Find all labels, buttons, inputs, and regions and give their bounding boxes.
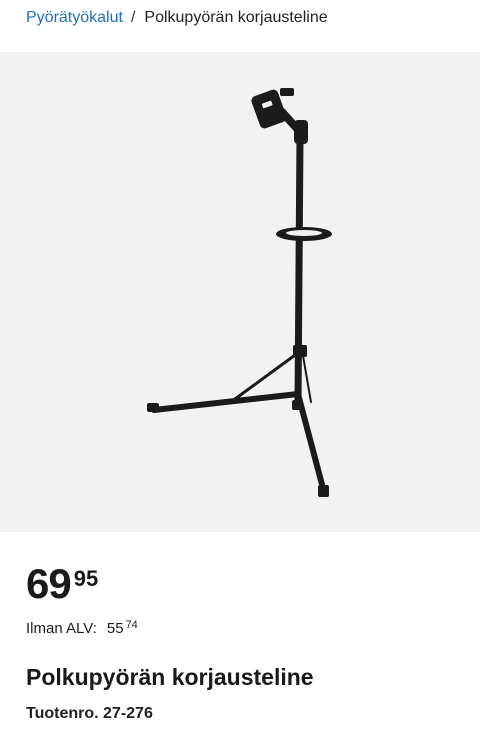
vat-price-decimal: 74 (125, 619, 138, 631)
price-decimal: 95 (73, 566, 99, 591)
price-integer: 69 (26, 560, 72, 607)
bike-repair-stand-image (147, 88, 332, 497)
breadcrumb-separator: / (130, 9, 136, 26)
product-number: Tuotenro. 27-276 (26, 705, 153, 722)
breadcrumb: Pyörätyökalut / Polkupyörän korjaustelin… (26, 6, 328, 30)
vat-price-integer: 55 (106, 620, 124, 637)
product-price: 69 95 (26, 562, 98, 606)
breadcrumb-link-bike-tools[interactable]: Pyörätyökalut (26, 9, 123, 27)
vat-label: Ilman ALV: (26, 620, 97, 637)
product-title: Polkupyörän korjausteline (26, 664, 314, 690)
breadcrumb-current: Polkupyörän korjausteline (144, 9, 328, 26)
product-image[interactable] (0, 52, 480, 532)
price-without-vat: Ilman ALV: 55 74 (26, 619, 138, 637)
